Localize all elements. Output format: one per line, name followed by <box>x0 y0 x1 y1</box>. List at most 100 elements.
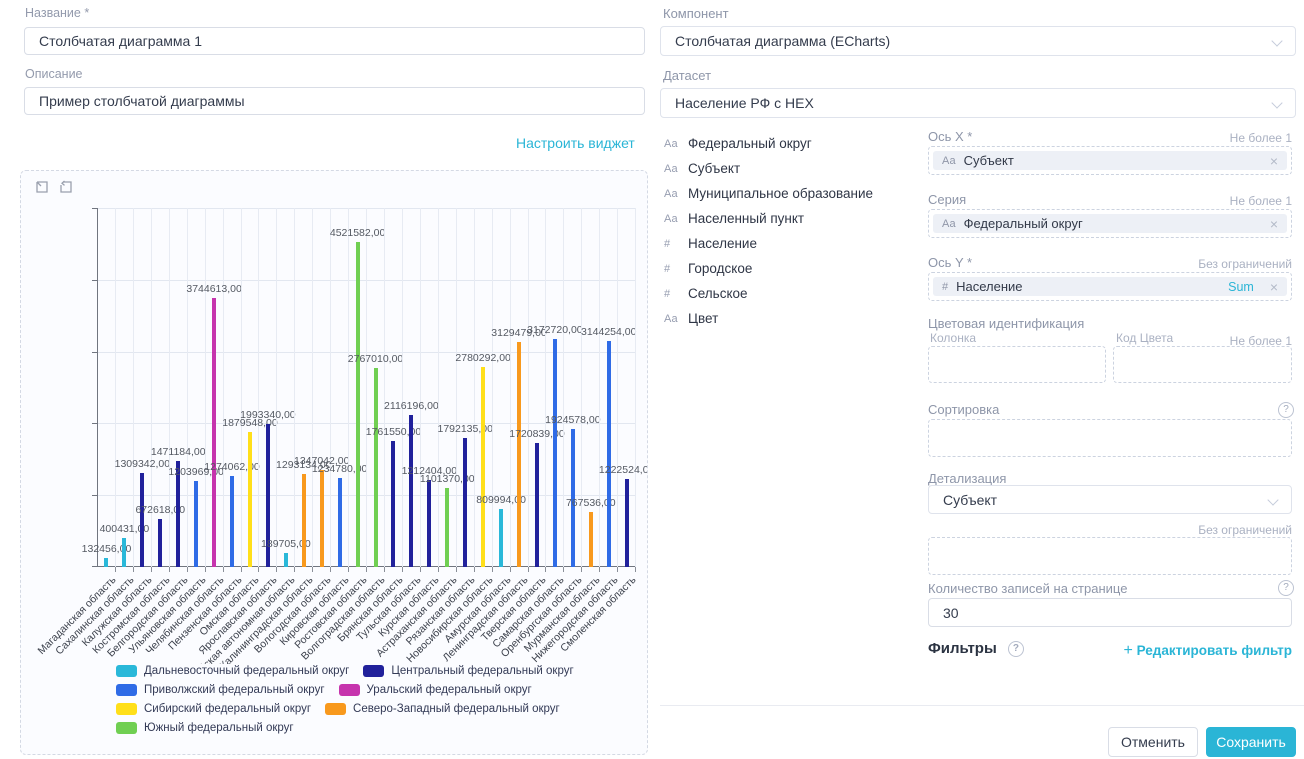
bar-value-label: 1222524,00 <box>599 464 648 476</box>
dataset-field-Населенный пункт[interactable]: АаНаселенный пункт <box>664 206 873 231</box>
number-type-icon: # <box>942 281 948 293</box>
text-type-icon: Аа <box>664 188 680 200</box>
dataset-field-name: Федеральный округ <box>688 136 812 151</box>
bar-cell: 400431,00 <box>116 208 134 567</box>
chevron-down-icon <box>1267 494 1278 505</box>
y-axis-chip[interactable]: # Население Sum × <box>933 277 1287 296</box>
x-axis-chip[interactable]: Аа Субъект × <box>933 151 1287 170</box>
legend-swatch <box>325 703 346 715</box>
remove-icon[interactable]: × <box>1270 217 1278 231</box>
bar-Челябинская область <box>212 298 216 567</box>
sorting-help-icon[interactable]: ? <box>1278 402 1294 418</box>
dataset-field-Население[interactable]: #Население <box>664 231 873 256</box>
save-button[interactable]: Сохранить <box>1206 727 1296 757</box>
aggregation-badge[interactable]: Sum <box>1228 280 1254 294</box>
bar-Ростовская область <box>356 242 360 567</box>
name-label: Название * <box>25 6 89 20</box>
bar-Новосибирская область <box>481 367 485 567</box>
bar-cell: 809994,00 <box>493 208 511 567</box>
legend-item-Южный федеральный округ[interactable]: Южный федеральный округ <box>116 722 294 734</box>
y-tick <box>92 208 97 209</box>
remove-icon[interactable]: × <box>1270 280 1278 294</box>
chevron-down-icon <box>1271 35 1282 46</box>
legend-item-Уральский федеральный округ[interactable]: Уральский федеральный округ <box>339 684 532 696</box>
text-type-icon: Аа <box>664 163 680 175</box>
legend-item-Дальневосточный федеральный округ[interactable]: Дальневосточный федеральный округ <box>116 665 349 677</box>
bar-cell: 132456,00 <box>98 208 116 567</box>
color-identification-label: Цветовая идентификация <box>928 316 1084 331</box>
number-type-icon: # <box>664 263 680 275</box>
detail-dropzone[interactable] <box>928 537 1292 575</box>
bar-Костромская область <box>158 519 162 567</box>
chart-legend: Дальневосточный федеральный округ Централ… <box>116 665 594 734</box>
bar-Омская область <box>248 432 252 567</box>
bar-Кировская область <box>338 478 342 567</box>
bar-cell: 4521582,00 <box>349 208 367 567</box>
detail-select[interactable]: Субъект <box>928 485 1292 514</box>
y-tick <box>92 566 97 567</box>
bar-cell: 1203969,00 <box>188 208 206 567</box>
dataset-field-Сельское[interactable]: # Сельское <box>664 281 873 306</box>
bar-cell: 1879548,00 <box>242 208 260 567</box>
bar-Калининградская область <box>302 474 306 567</box>
dataset-field-name: Сельское <box>688 286 748 301</box>
series-chip[interactable]: Аа Федеральный округ × <box>933 214 1287 233</box>
bar-Астраханская область <box>445 488 449 567</box>
bar-cell: 1212404,00 <box>421 208 439 567</box>
name-input[interactable] <box>24 27 645 55</box>
column-label: Колонка <box>930 331 976 345</box>
number-type-icon: # <box>664 238 680 250</box>
color-column-dropzone[interactable] <box>928 346 1106 383</box>
configure-widget-link[interactable]: Настроить виджет <box>516 135 635 151</box>
y-tick <box>92 495 97 496</box>
dataset-select[interactable]: Население РФ с HEX <box>660 88 1296 118</box>
filters-help-icon[interactable]: ? <box>1008 641 1024 657</box>
dataset-value: Население РФ с HEX <box>675 95 814 111</box>
dataset-field-Цвет[interactable]: АаЦвет <box>664 306 873 331</box>
x-axis-labels: Магаданская областьСахалинская областьКа… <box>33 572 648 664</box>
legend-item-Сибирский федеральный округ[interactable]: Сибирский федеральный округ <box>116 703 311 715</box>
legend-item-Северо-Западный федеральный округ[interactable]: Северо-Западный федеральный округ <box>325 703 560 715</box>
sorting-dropzone[interactable] <box>928 419 1292 457</box>
dataset-field-name: Субъект <box>688 161 740 176</box>
cancel-button[interactable]: Отменить <box>1108 727 1198 757</box>
legend-label: Уральский федеральный округ <box>367 684 532 696</box>
dataset-field-Муниципальное образование[interactable]: АаМуниципальное образование <box>664 181 873 206</box>
widget-editor: Название * Описание Настроить виджет 500… <box>0 0 1304 759</box>
bar-Брянская область <box>391 441 395 567</box>
sorting-label: Сортировка <box>928 402 999 417</box>
edit-filter-link[interactable]: + Редактировать фильтр <box>1092 642 1292 660</box>
color-code-dropzone[interactable] <box>1113 346 1292 383</box>
legend-swatch <box>339 684 360 696</box>
dataset-field-Городское[interactable]: #Городское <box>664 256 873 281</box>
zoom-select-icon[interactable] <box>35 180 50 195</box>
bar-Тульская область <box>409 415 413 567</box>
page-size-input[interactable] <box>928 598 1292 627</box>
legend-item-Центральный федеральный округ[interactable]: Центральный федеральный округ <box>363 665 573 677</box>
dataset-field-Субъект[interactable]: Аа Субъект <box>664 156 873 181</box>
bar-Пензенская область <box>230 476 234 567</box>
description-input[interactable] <box>24 87 645 115</box>
bar-Мурманская область <box>589 512 593 567</box>
detail-value: Субъект <box>943 492 997 508</box>
bar-Нижегородская область <box>607 341 611 567</box>
zoom-reset-icon[interactable] <box>59 180 74 195</box>
legend-swatch <box>116 665 137 677</box>
x-axis-dropzone[interactable]: Аа Субъект × <box>928 146 1292 175</box>
plus-icon: + <box>1124 642 1133 659</box>
dataset-field-Федеральный округ[interactable]: АаФедеральный округ <box>664 131 873 156</box>
bar-cell: 2116196,00 <box>403 208 421 567</box>
bar-cell: 1234780,00 <box>331 208 349 567</box>
y-axis-dropzone[interactable]: # Население Sum × <box>928 272 1292 301</box>
bar-Курская область <box>427 480 431 567</box>
legend-item-Приволжский федеральный округ[interactable]: Приволжский федеральный округ <box>116 684 325 696</box>
bar-cell: 767536,00 <box>582 208 600 567</box>
number-type-icon: # <box>664 288 680 300</box>
component-select[interactable]: Столбчатая диаграмма (ECharts) <box>660 26 1296 56</box>
y-tick <box>92 280 97 281</box>
series-dropzone[interactable]: Аа Федеральный округ × <box>928 209 1292 238</box>
page-size-help-icon[interactable]: ? <box>1278 580 1294 596</box>
remove-icon[interactable]: × <box>1270 154 1278 168</box>
detail-limit: Без ограничений <box>928 523 1292 537</box>
component-label: Компонент <box>663 6 729 21</box>
